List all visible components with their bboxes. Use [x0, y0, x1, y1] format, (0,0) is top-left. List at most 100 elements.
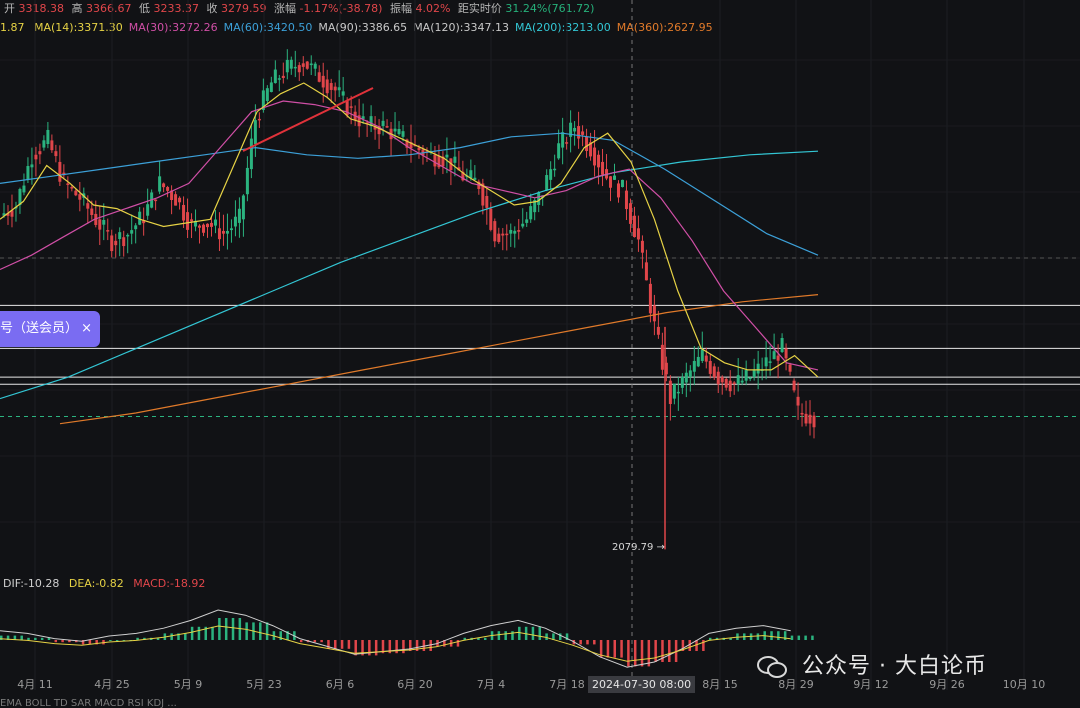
macd-bar — [245, 622, 248, 640]
macd-bar — [811, 635, 814, 640]
candle-body — [485, 196, 489, 208]
candle-body — [186, 212, 190, 230]
wechat-icon — [757, 656, 787, 678]
watermark: 公众号 · 大白论币 — [756, 648, 987, 680]
candle-body — [317, 72, 321, 82]
candle-body — [652, 305, 656, 322]
candle-body — [676, 391, 680, 394]
candle-body — [202, 224, 206, 233]
candle-body — [724, 378, 728, 388]
candle-body — [748, 377, 752, 379]
candle-body — [776, 355, 780, 361]
candle-body — [692, 360, 696, 372]
macd-bar — [170, 633, 173, 640]
candle-body — [265, 88, 269, 101]
macd-bar — [299, 640, 303, 643]
candle-body — [305, 61, 309, 69]
x-tick-label: 8月 15 — [702, 678, 738, 691]
candle-body — [393, 128, 397, 132]
candle-body — [545, 175, 549, 191]
candle-body — [110, 235, 114, 252]
candle-body — [397, 128, 401, 135]
macd-bar — [545, 633, 548, 640]
macd-bar — [259, 622, 262, 640]
macd-bar — [61, 640, 64, 643]
candle-body — [50, 140, 54, 151]
candle-body — [517, 230, 521, 232]
close-icon[interactable]: × — [81, 311, 92, 347]
candle-body — [269, 82, 273, 92]
candle-body — [34, 154, 38, 160]
candle-body — [521, 223, 525, 227]
macd-bar — [640, 640, 644, 667]
candle-body — [98, 219, 102, 230]
x-tick-label: 7月 18 — [549, 678, 585, 691]
macd-bar — [374, 640, 378, 656]
candle-body — [529, 206, 533, 220]
candle-body — [70, 187, 74, 189]
candle-body — [764, 357, 768, 367]
macd-bar — [483, 637, 487, 640]
candle-body — [624, 190, 628, 210]
candle-body — [513, 230, 517, 234]
candle-body — [784, 348, 788, 359]
candle-body — [273, 69, 277, 84]
candle-body — [190, 219, 194, 222]
macd-bar — [756, 633, 760, 640]
candle-body — [285, 59, 289, 73]
candle-body — [493, 221, 497, 242]
candle-body — [772, 351, 776, 360]
dif-value: DIF:-10.28 — [3, 577, 60, 590]
candle-body — [126, 234, 130, 237]
candle-body — [313, 63, 317, 69]
candle-body — [385, 126, 389, 128]
candle-body — [158, 176, 162, 192]
macd-bar — [620, 640, 623, 658]
candle-body — [329, 83, 333, 90]
candle-body — [417, 147, 421, 151]
macd-bar — [497, 631, 501, 640]
candle-body — [249, 138, 253, 170]
macd-bar — [688, 640, 691, 651]
candle-body — [740, 380, 744, 383]
candle-body — [644, 262, 648, 281]
candle-body — [537, 192, 541, 205]
candle-body — [325, 79, 329, 94]
candle-body — [616, 183, 620, 198]
promo-banner[interactable]: 号（送会员） × — [0, 311, 100, 347]
candle-body — [453, 156, 457, 163]
candle-body — [162, 183, 166, 188]
candle-body — [102, 219, 106, 225]
candle-body — [581, 131, 585, 135]
dif-line — [0, 609, 791, 668]
macd-bar — [586, 640, 589, 645]
candle-body — [213, 219, 217, 226]
candle-body — [281, 75, 285, 79]
candle-body — [613, 175, 616, 180]
macd-bar — [54, 640, 58, 643]
candle-body — [257, 118, 261, 121]
candle-body — [381, 120, 385, 127]
macd-bar — [402, 640, 405, 654]
macd-bar — [40, 637, 44, 640]
ma30-line — [0, 100, 819, 371]
candle-body — [565, 142, 569, 144]
candle-body — [684, 372, 688, 383]
candlestick-chart[interactable]: 2079.79 → 4月 11 4月 25 5月 9 5月 23 6月 6 6月 20 7月 … — [0, 0, 1080, 708]
macd-bar — [265, 622, 269, 640]
macd-bar — [804, 635, 807, 640]
ma14-line — [0, 82, 819, 378]
candle-body — [577, 126, 581, 139]
candle-body — [788, 364, 792, 372]
candle-body — [206, 223, 209, 228]
macd-value: MACD:-18.92 — [133, 577, 206, 590]
indicator-toolbar[interactable]: EMA BOLL TD SAR MACD RSI KDJ ... — [0, 698, 1080, 708]
candle-body — [309, 63, 313, 66]
candle-body — [42, 140, 46, 148]
macd-bar — [224, 618, 228, 640]
macd-bar — [531, 626, 535, 640]
candle-body — [704, 355, 708, 362]
candle-body — [808, 414, 812, 424]
candle-body — [756, 363, 760, 374]
macd-bar — [633, 640, 637, 667]
